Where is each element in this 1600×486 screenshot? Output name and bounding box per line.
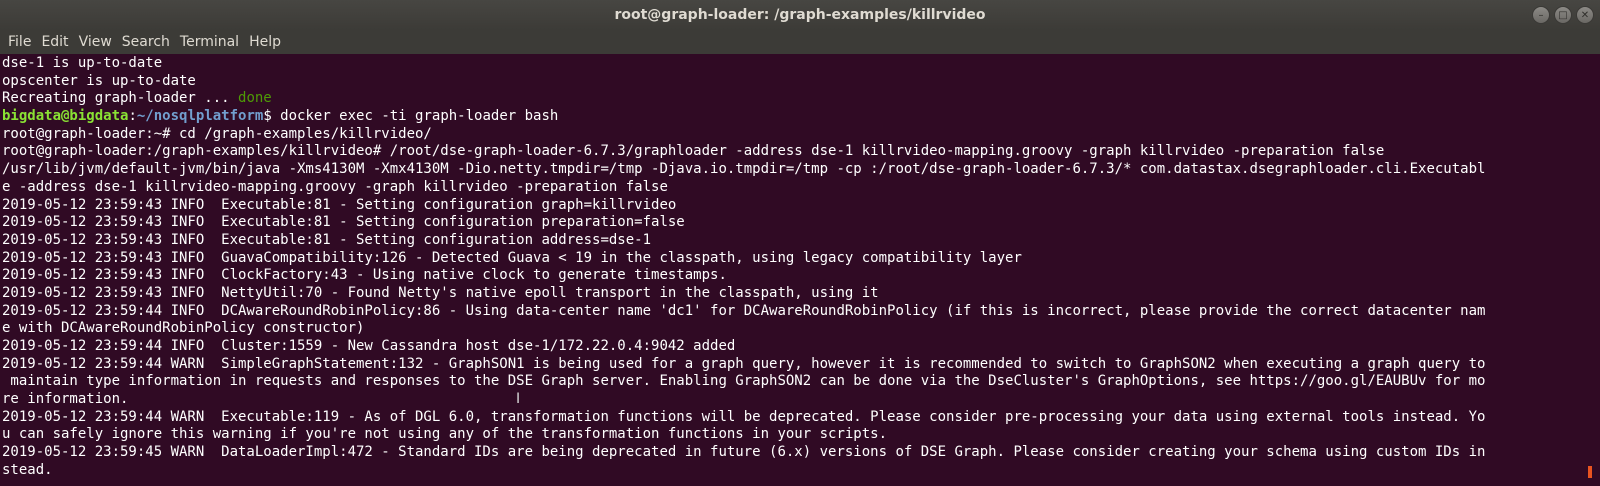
title-bar[interactable]: root@graph-loader: /graph-examples/killr… [0,0,1600,30]
window-title: root@graph-loader: /graph-examples/killr… [614,7,986,23]
minimize-icon[interactable]: – [1532,6,1550,24]
terminal-line: 2019-05-12 23:59:44 WARN Executable:119 … [2,408,1486,425]
terminal-line: opscenter is up-to-date [2,72,196,89]
terminal-line: 2019-05-12 23:59:44 INFO Cluster:1559 - … [2,338,736,354]
terminal-line: e -address dse-1 killrvideo-mapping.groo… [2,178,668,195]
terminal-line: 2019-05-12 23:59:43 INFO NettyUtil:70 - … [2,284,879,301]
terminal-line: 2019-05-12 23:59:43 INFO Executable:81 -… [2,231,652,248]
prompt-user: bigdata@bigdata [2,108,129,125]
terminal-line: 2019-05-12 23:59:43 INFO ClockFactory:43… [2,267,727,284]
terminal-line: 2019-05-12 23:59:45 WARN DataLoaderImpl:… [2,444,1486,461]
status-done: done [238,90,272,107]
terminal-line: 2019-05-12 23:59:44 WARN SimpleGraphStat… [2,355,1486,372]
prompt-command: $ docker exec -ti graph-loader bash [263,108,559,125]
terminal-prompt-line: bigdata@bigdata:~/nosqlplatform$ docker … [2,108,1600,126]
prompt-path: ~/nosqlplatform [136,108,264,125]
maximize-icon[interactable]: □ [1554,6,1572,24]
terminal-line: re information. [2,391,129,408]
terminal-cursor-block [1588,466,1592,478]
menu-search[interactable]: Search [117,30,175,54]
close-icon[interactable]: ✕ [1576,6,1594,24]
menu-help[interactable]: Help [244,30,286,54]
terminal-line: 2019-05-12 23:59:43 INFO Executable:81 -… [2,214,685,231]
window-controls: – □ ✕ [1532,6,1594,24]
menu-edit[interactable]: Edit [36,30,73,54]
menu-terminal[interactable]: Terminal [175,30,244,54]
terminal-line: dse-1 is up-to-date [2,55,163,71]
terminal-line: /usr/lib/jvm/default-jvm/bin/java -Xms41… [2,161,1486,178]
menu-view[interactable]: View [74,30,117,54]
terminal-line: 2019-05-12 23:59:43 INFO GuavaCompatibil… [2,249,1022,266]
menu-bar: File Edit View Search Terminal Help [0,30,1600,54]
terminal-line: root@graph-loader:/graph-examples/killrv… [2,143,1385,160]
terminal-output[interactable]: dse-1 is up-to-date opscenter is up-to-d… [0,54,1600,486]
terminal-line: 2019-05-12 23:59:43 INFO Executable:81 -… [2,196,677,213]
terminal-line: Recreating graph-loader ... done [2,90,1600,108]
terminal-line: stead. [2,461,53,478]
terminal-text: Recreating graph-loader ... [2,90,239,107]
text-cursor-icon: Ⅰ [516,391,521,407]
terminal-window: root@graph-loader: /graph-examples/killr… [0,0,1600,486]
terminal-line: u can safely ignore this warning if you'… [2,426,888,443]
terminal-line: maintain type information in requests an… [2,373,1486,390]
terminal-line: 2019-05-12 23:59:44 INFO DCAwareRoundRob… [2,302,1486,319]
terminal-line: root@graph-loader:~# cd /graph-examples/… [2,125,432,142]
terminal-line: e with DCAwareRoundRobinPolicy construct… [2,320,365,337]
menu-file[interactable]: File [3,30,36,54]
prompt-colon: : [128,108,137,125]
